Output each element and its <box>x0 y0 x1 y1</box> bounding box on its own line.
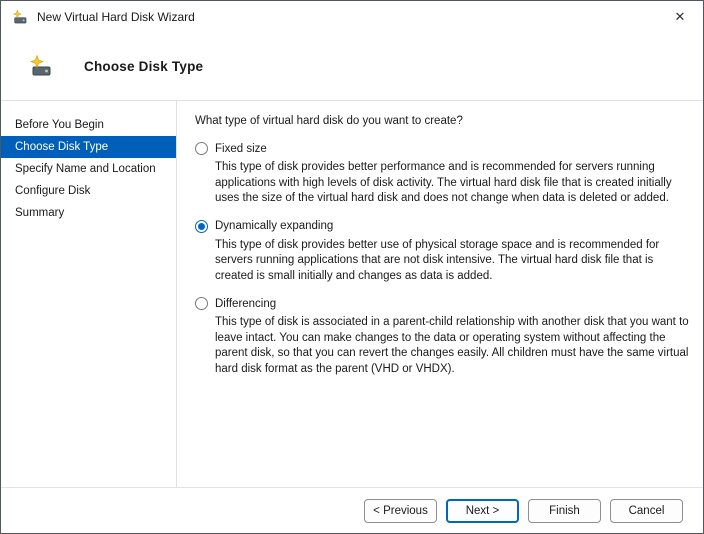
wizard-body: Before You Begin Choose Disk Type Specif… <box>1 101 703 487</box>
close-button[interactable]: ✕ <box>657 1 703 32</box>
sidebar-item-specify-name-and-location[interactable]: Specify Name and Location <box>1 158 176 180</box>
question-text: What type of virtual hard disk do you wa… <box>195 115 689 127</box>
differencing-radio-row[interactable]: Differencing <box>195 297 689 310</box>
next-button[interactable]: Next > <box>446 499 519 523</box>
differencing-description: This type of disk is associated in a par… <box>215 315 689 377</box>
fixed-size-label: Fixed size <box>215 143 267 155</box>
titlebar[interactable]: New Virtual Hard Disk Wizard ✕ <box>1 1 703 32</box>
window-title: New Virtual Hard Disk Wizard <box>37 10 657 24</box>
app-wizard-icon <box>12 9 28 25</box>
disk-type-option-dynamically-expanding: Dynamically expanding This type of disk … <box>195 220 689 285</box>
sidebar-item-summary[interactable]: Summary <box>1 202 176 224</box>
cancel-button[interactable]: Cancel <box>610 499 683 523</box>
radio-unchecked-icon[interactable] <box>195 297 208 310</box>
sidebar-item-choose-disk-type[interactable]: Choose Disk Type <box>1 136 176 158</box>
radio-checked-icon[interactable] <box>195 220 208 233</box>
differencing-label: Differencing <box>215 298 276 310</box>
dynamically-expanding-description: This type of disk provides better use of… <box>215 238 689 285</box>
fixed-size-radio-row[interactable]: Fixed size <box>195 142 689 155</box>
sidebar-item-before-you-begin[interactable]: Before You Begin <box>1 114 176 136</box>
sidebar-item-configure-disk[interactable]: Configure Disk <box>1 180 176 202</box>
fixed-size-description: This type of disk provides better perfor… <box>215 160 689 207</box>
wizard-window: New Virtual Hard Disk Wizard ✕ Choose Di… <box>0 0 704 534</box>
finish-button[interactable]: Finish <box>528 499 601 523</box>
previous-button[interactable]: < Previous <box>364 499 437 523</box>
dynamically-expanding-label: Dynamically expanding <box>215 220 333 232</box>
disk-wizard-icon <box>29 54 53 78</box>
button-bar: < Previous Next > Finish Cancel <box>1 487 703 533</box>
wizard-header: Choose Disk Type <box>1 32 703 101</box>
wizard-steps-sidebar: Before You Begin Choose Disk Type Specif… <box>1 101 177 487</box>
radio-unchecked-icon[interactable] <box>195 142 208 155</box>
disk-type-option-differencing: Differencing This type of disk is associ… <box>195 297 689 377</box>
disk-type-option-fixed-size: Fixed size This type of disk provides be… <box>195 142 689 207</box>
page-title: Choose Disk Type <box>84 59 203 74</box>
wizard-content: What type of virtual hard disk do you wa… <box>177 101 703 487</box>
dynamically-expanding-radio-row[interactable]: Dynamically expanding <box>195 220 689 233</box>
